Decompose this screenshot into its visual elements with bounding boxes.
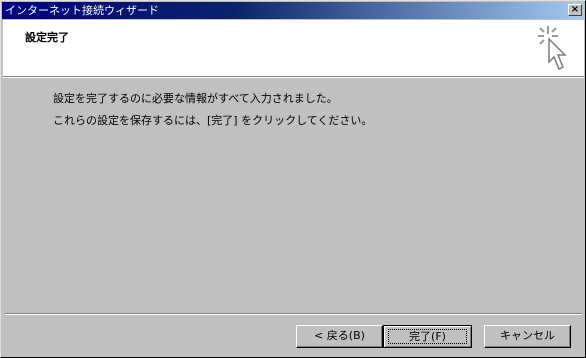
- button-separator: [5, 313, 582, 315]
- back-button[interactable]: < 戻る(B): [296, 325, 383, 348]
- wizard-sparkle-cursor-icon: [538, 26, 567, 71]
- finish-button-label: 完了(F): [409, 330, 446, 343]
- wizard-window: インターネット接続ウィザード × 設定完了 設定を完了するのに必要な情報がすべて…: [0, 0, 586, 358]
- info-text-line-1: 設定を完了するのに必要な情報がすべて入力されました。: [53, 92, 338, 105]
- finish-button[interactable]: 完了(F): [383, 325, 472, 348]
- close-icon: ×: [570, 4, 580, 15]
- back-button-label: < 戻る(B): [314, 329, 365, 342]
- header-panel: 設定完了: [3, 20, 584, 77]
- title-bar[interactable]: インターネット接続ウィザード ×: [2, 2, 584, 19]
- info-text-line-2: これらの設定を保存するには、[完了] をクリックしてください。: [53, 114, 373, 127]
- focus-rectangle: 完了(F): [388, 329, 467, 344]
- cancel-button[interactable]: キャンセル: [484, 325, 571, 348]
- close-button[interactable]: ×: [568, 4, 582, 16]
- cancel-button-label: キャンセル: [500, 329, 555, 342]
- page-title: 設定完了: [25, 31, 69, 44]
- window-title: インターネット接続ウィザード: [5, 4, 159, 17]
- header-divider: [3, 77, 584, 78]
